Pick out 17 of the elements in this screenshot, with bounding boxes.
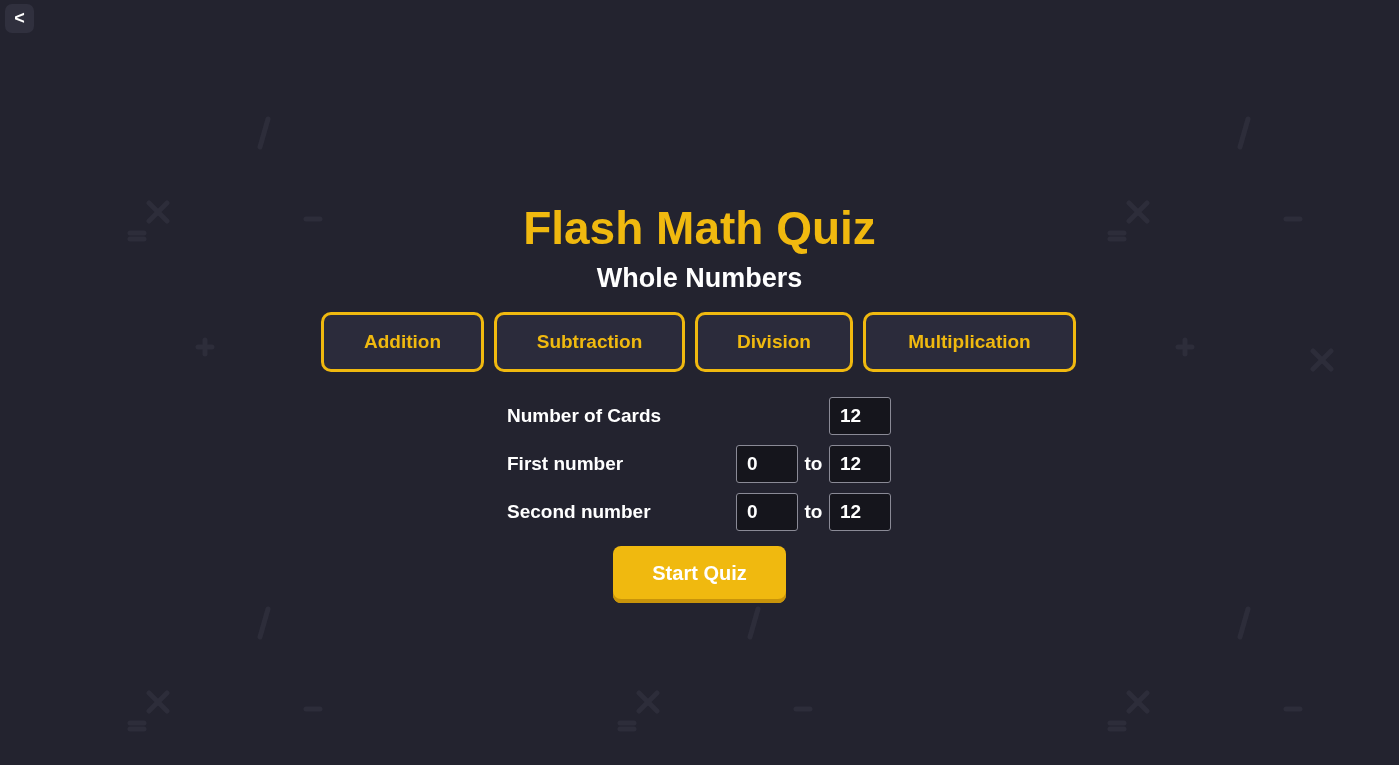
page-title: Flash Math Quiz	[523, 201, 876, 256]
setting-label: First number	[507, 453, 625, 475]
operation-button[interactable]: Addition	[321, 312, 484, 372]
number-field[interactable]: 0	[736, 493, 798, 531]
operation-button[interactable]: Multiplication	[863, 312, 1076, 372]
setting-label: Number of Cards	[507, 405, 663, 427]
setting-label: Second number	[507, 501, 652, 523]
number-field[interactable]: 12	[829, 397, 891, 435]
number-field[interactable]: 0	[736, 445, 798, 483]
range-separator: to	[803, 453, 824, 475]
operation-button[interactable]: Division	[695, 312, 853, 372]
operation-button[interactable]: Subtraction	[494, 312, 685, 372]
back-button[interactable]: <	[5, 4, 34, 33]
page-subtitle: Whole Numbers	[596, 262, 803, 295]
number-field[interactable]: 12	[829, 493, 891, 531]
number-field[interactable]: 12	[829, 445, 891, 483]
range-separator: to	[803, 501, 824, 523]
